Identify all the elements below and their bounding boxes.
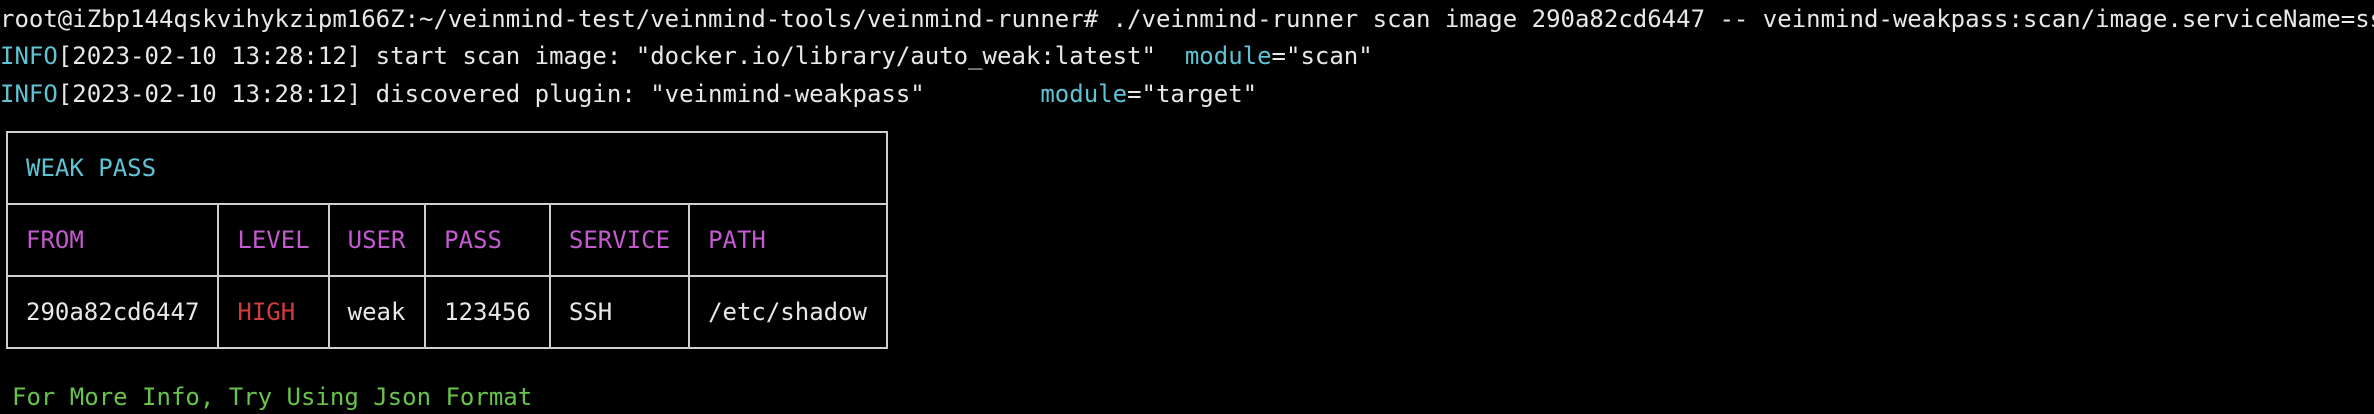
column-header-pass: PASS xyxy=(424,203,551,277)
cell-pass: 123456 xyxy=(424,275,551,349)
log-line: INFO[2023-02-10 13:28:12] start scan ima… xyxy=(0,41,1373,71)
column-header-from: FROM xyxy=(5,203,220,277)
log-field-value: ="scan" xyxy=(1271,42,1373,70)
log-field-value: ="target" xyxy=(1127,80,1258,108)
weak-pass-table: WEAK PASS FROM LEVEL USER PASS SERVICE P… xyxy=(5,131,888,349)
column-header-service: SERVICE xyxy=(548,203,691,277)
table-title-row: WEAK PASS xyxy=(6,131,888,205)
table-title: WEAK PASS xyxy=(6,131,888,205)
command-text: ./veinmind-runner scan image 290a82cd644… xyxy=(1112,5,2374,33)
log-field-key: module xyxy=(1184,42,1272,70)
column-header-path: PATH xyxy=(688,203,888,277)
log-timestamp: [2023-02-10 13:28:12] xyxy=(57,42,362,70)
log-field-key: module xyxy=(1040,80,1128,108)
terminal-window[interactable]: root@iZbp144qskvihykzipm166Z:~/veinmind-… xyxy=(0,0,2374,414)
column-header-level: LEVEL xyxy=(217,203,330,277)
column-header-user: USER xyxy=(327,203,427,277)
cell-user: weak xyxy=(327,275,427,349)
log-level: INFO xyxy=(0,42,58,70)
log-timestamp: [2023-02-10 13:28:12] xyxy=(57,80,362,108)
cell-path: /etc/shadow xyxy=(688,275,888,349)
cell-service: SSH xyxy=(548,275,691,349)
log-message: start scan image: "docker.io/library/aut… xyxy=(361,42,1185,70)
log-message: discovered plugin: "veinmind-weakpass" xyxy=(361,80,1041,108)
cell-from: 290a82cd6447 xyxy=(5,275,220,349)
table-row: 290a82cd6447 HIGH weak 123456 SSH /etc/s… xyxy=(5,275,888,349)
shell-prompt: root@iZbp144qskvihykzipm166Z:~/veinmind-… xyxy=(0,5,1113,33)
table-header-row: FROM LEVEL USER PASS SERVICE PATH xyxy=(5,203,888,277)
log-level: INFO xyxy=(0,80,58,108)
command-line: root@iZbp144qskvihykzipm166Z:~/veinmind-… xyxy=(0,4,2374,34)
log-line: INFO[2023-02-10 13:28:12] discovered plu… xyxy=(0,79,1257,109)
json-format-hint: For More Info, Try Using Json Format xyxy=(12,383,533,411)
cell-level: HIGH xyxy=(217,275,330,349)
